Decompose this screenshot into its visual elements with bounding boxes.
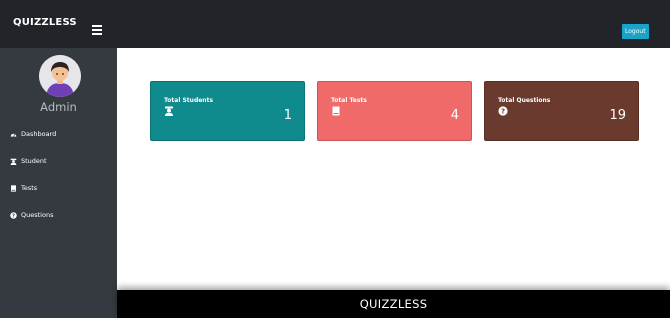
top-navbar: QUIZZLESS Logout <box>0 0 670 48</box>
card-value: 4 <box>450 108 459 123</box>
book-icon <box>332 106 340 116</box>
question-circle-icon: ? <box>498 106 508 116</box>
student-icon <box>165 106 173 116</box>
sidebar: Admin Dashboard Student Tests ? Question… <box>0 48 117 318</box>
total-questions-card[interactable]: Total Questions ? 19 <box>484 81 639 141</box>
total-students-card[interactable]: Total Students 1 <box>150 81 305 141</box>
sidebar-item-questions[interactable]: ? Questions <box>10 211 53 219</box>
card-title: Total Questions <box>498 97 551 104</box>
sidebar-item-student[interactable]: Student <box>10 157 47 165</box>
svg-text:?: ? <box>12 213 15 219</box>
sidebar-item-tests[interactable]: Tests <box>10 184 37 192</box>
card-value: 1 <box>283 108 292 123</box>
dashboard-icon <box>10 133 17 137</box>
svg-text:?: ? <box>501 108 505 116</box>
question-circle-icon: ? <box>10 211 17 219</box>
avatar <box>39 55 81 97</box>
menu-toggle-button[interactable] <box>92 25 102 35</box>
card-title: Total Students <box>164 97 214 104</box>
footer: QUIZZLESS <box>117 290 670 318</box>
sidebar-item-label: Questions <box>21 211 54 219</box>
student-icon <box>10 158 17 165</box>
avatar-icon <box>39 55 81 97</box>
sidebar-item-label: Tests <box>21 184 38 192</box>
user-name: Admin <box>40 100 77 114</box>
card-value: 19 <box>609 108 626 123</box>
hamburger-icon <box>92 25 102 27</box>
book-icon <box>11 184 16 192</box>
brand-logo[interactable]: QUIZZLESS <box>13 17 77 28</box>
sidebar-item-label: Student <box>21 157 47 165</box>
total-tests-card[interactable]: Total Tests 4 <box>317 81 472 141</box>
card-title: Total Tests <box>331 97 367 104</box>
sidebar-item-dashboard[interactable]: Dashboard <box>10 130 56 138</box>
logout-button[interactable]: Logout <box>622 24 649 39</box>
sidebar-item-label: Dashboard <box>21 130 57 138</box>
